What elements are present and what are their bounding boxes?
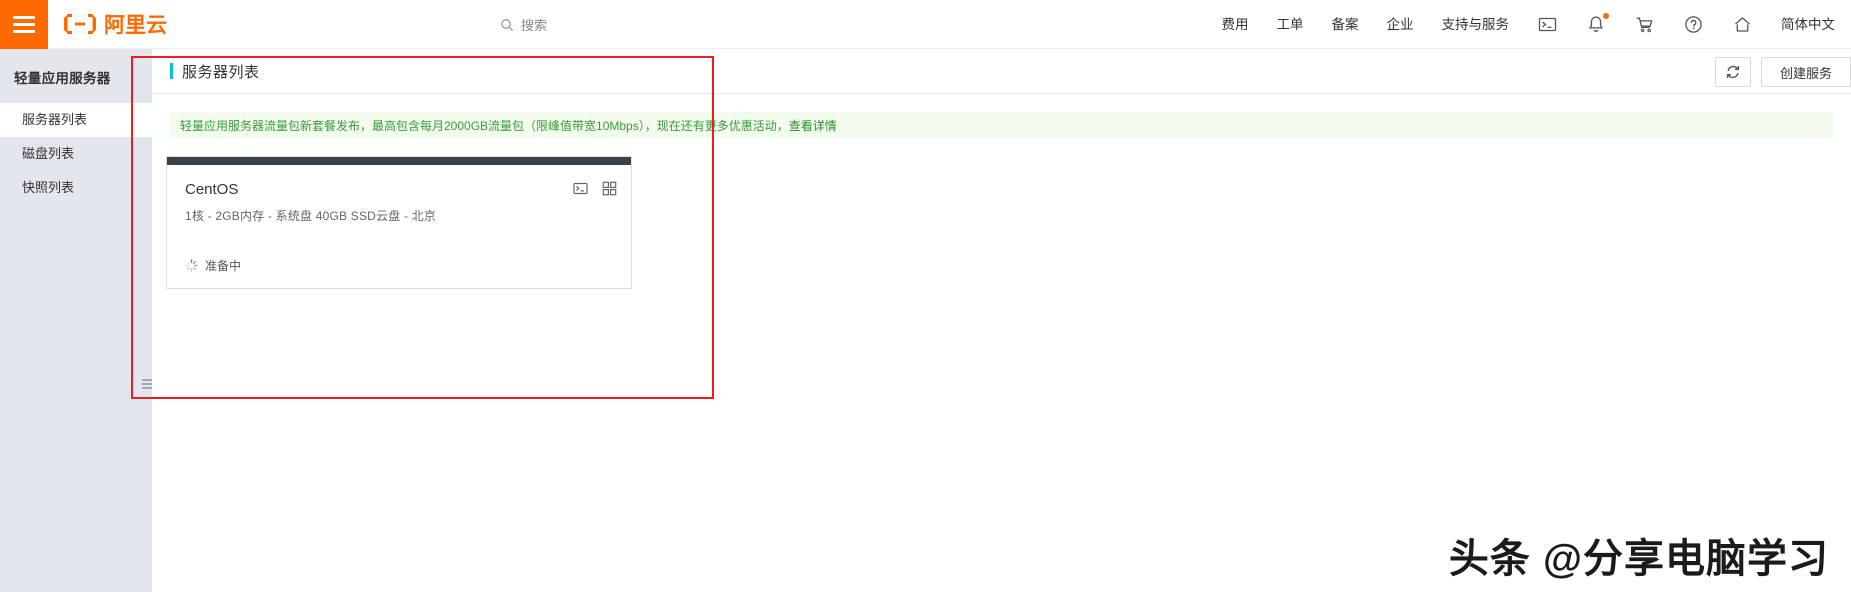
console-page: 阿里云 搜索 费用 工单 备案 企业 支持与服务 简体中文 轻量应用服务器 服务… xyxy=(0,0,1851,592)
nav-item-fees[interactable]: 费用 xyxy=(1208,0,1263,49)
nav-item-tickets[interactable]: 工单 xyxy=(1263,0,1318,49)
nav-item-enterprise[interactable]: 企业 xyxy=(1373,0,1428,49)
watermark: 头条 @分享电脑学习 xyxy=(1448,537,1829,581)
nav-item-icp[interactable]: 备案 xyxy=(1318,0,1373,49)
page-header: 服务器列表 创建服务 xyxy=(152,49,1851,94)
aliyun-logo[interactable]: 阿里云 xyxy=(62,10,180,38)
create-server-button[interactable]: 创建服务 xyxy=(1760,57,1851,87)
sidebar-item-snapshot-list[interactable]: 快照列表 xyxy=(0,171,152,205)
server-status: 准备中 xyxy=(185,257,241,274)
server-card-spec: 1核 - 2GB内存 - 系统盘 40GB SSD云盘 - 北京 xyxy=(185,209,437,223)
search-input[interactable]: 搜索 xyxy=(500,0,547,49)
grid-apps-icon[interactable] xyxy=(602,181,617,196)
hamburger-line xyxy=(13,15,35,19)
page-title: 服务器列表 xyxy=(182,63,260,81)
sidebar-title: 轻量应用服务器 xyxy=(14,71,111,86)
top-navigation-bar: 阿里云 搜索 费用 工单 备案 企业 支持与服务 简体中文 xyxy=(0,0,1851,49)
server-card-body: CentOS 1核 - 2GB内存 - 系统盘 40GB SSD云盘 - 北京 xyxy=(167,165,631,224)
terminal-icon[interactable] xyxy=(1523,0,1572,49)
promotion-banner-link[interactable]: 查看详情 xyxy=(789,117,837,134)
header-actions: 创建服务 xyxy=(1714,57,1851,87)
server-card-title: CentOS xyxy=(185,181,239,198)
top-nav-right-group: 费用 工单 备案 企业 支持与服务 简体中文 xyxy=(1208,0,1851,49)
main-content: 服务器列表 创建服务 轻量应用服务器流量包新套餐发布，最高包含每月2000GB流… xyxy=(152,49,1851,592)
promotion-banner: 轻量应用服务器流量包新套餐发布，最高包含每月2000GB流量包（限峰值带宽10M… xyxy=(170,112,1833,138)
home-icon[interactable] xyxy=(1718,0,1767,49)
search-icon xyxy=(501,18,514,31)
terminal-console-icon[interactable] xyxy=(573,181,588,196)
server-card[interactable]: CentOS 1核 - 2GB内存 - 系统盘 40GB SSD云盘 - 北京 xyxy=(166,156,632,289)
search-placeholder: 搜索 xyxy=(521,18,548,33)
hamburger-line xyxy=(13,22,35,26)
notification-badge xyxy=(1603,13,1609,19)
title-accent-bar xyxy=(170,63,173,79)
nav-item-support[interactable]: 支持与服务 xyxy=(1428,0,1524,49)
hamburger-menu-icon[interactable] xyxy=(0,0,48,49)
sidebar-item-server-list[interactable]: 服务器列表 xyxy=(0,103,152,137)
loading-spinner-icon xyxy=(185,259,198,272)
sidebar: 轻量应用服务器 服务器列表 磁盘列表 快照列表 xyxy=(0,49,152,592)
refresh-button[interactable] xyxy=(1714,57,1751,87)
language-selector[interactable]: 简体中文 xyxy=(1767,0,1845,49)
refresh-icon xyxy=(1726,65,1740,79)
promotion-banner-text: 轻量应用服务器流量包新套餐发布，最高包含每月2000GB流量包（限峰值带宽10M… xyxy=(180,118,789,133)
server-card-actions xyxy=(573,181,617,196)
cart-icon[interactable] xyxy=(1620,0,1669,49)
logo-text: 阿里云 xyxy=(104,14,167,37)
bell-icon[interactable] xyxy=(1572,0,1620,49)
sidebar-item-disk-list[interactable]: 磁盘列表 xyxy=(0,137,152,171)
help-icon[interactable] xyxy=(1669,0,1718,49)
server-status-text: 准备中 xyxy=(205,259,242,273)
server-card-topbar xyxy=(167,157,631,165)
hamburger-line xyxy=(13,29,35,33)
